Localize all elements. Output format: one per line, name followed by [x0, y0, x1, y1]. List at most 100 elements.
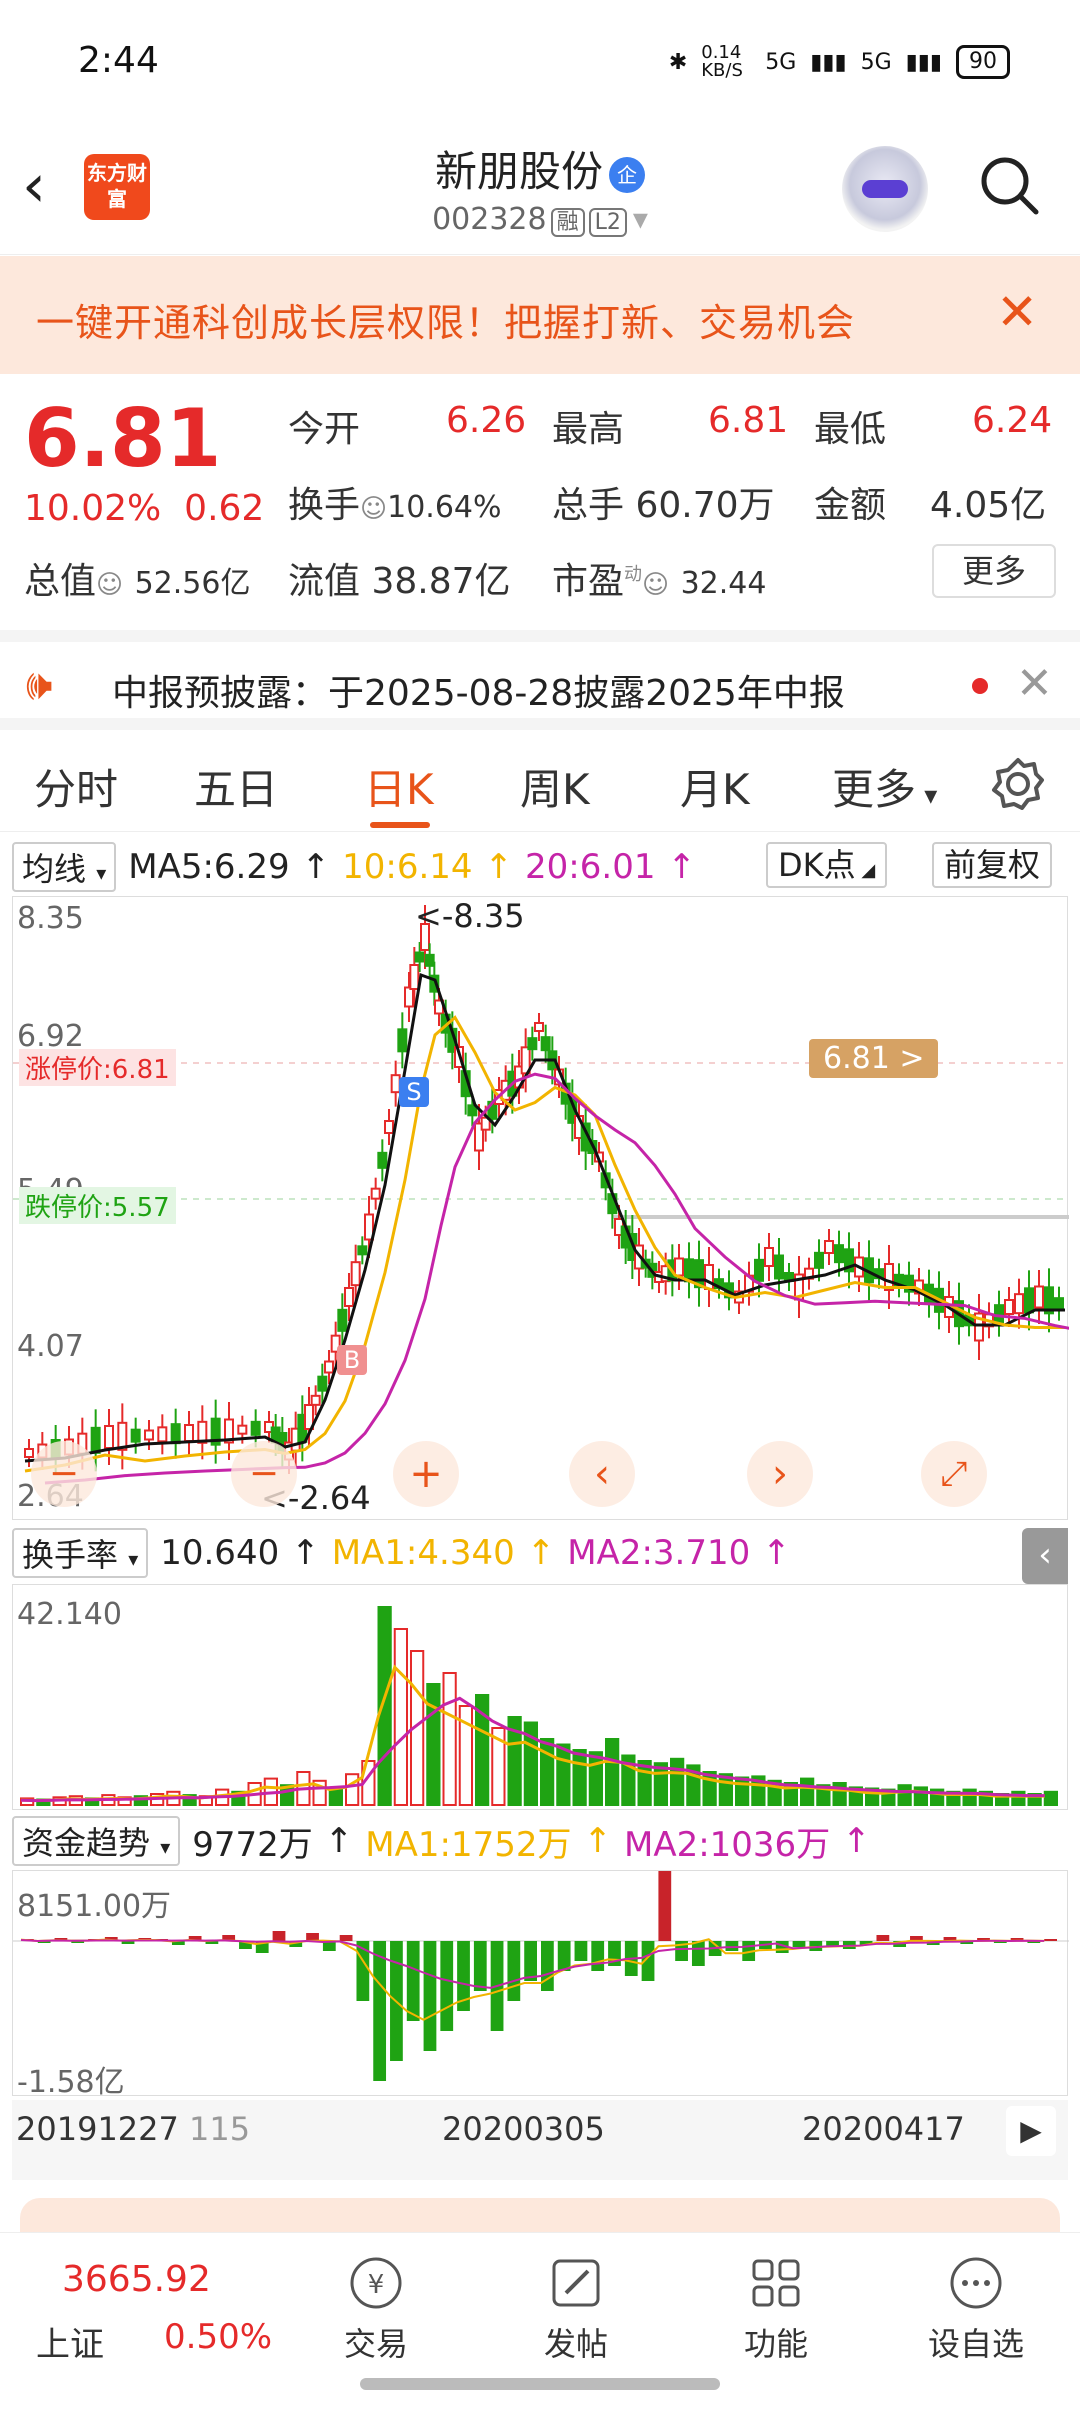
amount-label: 金额 — [814, 485, 887, 526]
candle — [370, 1187, 381, 1200]
fund-bar — [591, 1941, 605, 1971]
fund-selector[interactable]: 资金趋势 ▾ — [12, 1816, 181, 1866]
tab-daily-k[interactable]: 日K — [364, 756, 434, 817]
tab-monthly-k[interactable]: 月K — [680, 756, 750, 817]
active-tab-indicator — [370, 822, 430, 828]
turnover-value: 10.64% — [387, 490, 502, 525]
index-pct[interactable]: 0.50% — [164, 2317, 272, 2357]
tab-intraday[interactable]: 分时 — [34, 756, 118, 817]
chevron-left-icon[interactable]: ‹ — [569, 1441, 635, 1507]
info-icon[interactable]: ☺ — [360, 494, 387, 524]
margin-tag: 融 — [550, 208, 585, 237]
chevron-right-icon[interactable]: › — [747, 1441, 813, 1507]
up-arrow-icon: ↑ — [762, 1533, 791, 1573]
search-icon[interactable] — [978, 154, 1040, 216]
candle — [774, 1254, 784, 1280]
candle — [764, 1247, 774, 1267]
price-tag[interactable]: 6.81 > — [809, 1039, 939, 1078]
fund-bar — [473, 1941, 487, 1991]
candle — [377, 1151, 388, 1169]
home-indicator — [360, 2378, 720, 2390]
candle — [24, 1448, 34, 1458]
fund-y-top: 8151.00万 — [17, 1889, 172, 1924]
tab-five-day[interactable]: 五日 — [194, 756, 278, 817]
svg-text:¥: ¥ — [368, 2270, 385, 2300]
turnover-bar — [588, 1751, 603, 1806]
nav-function[interactable]: 功能 — [716, 2253, 836, 2365]
signal-icon-2: ▮▮▮ — [905, 49, 942, 75]
turnover-selector[interactable]: 换手率 ▾ — [12, 1528, 149, 1578]
info-icon[interactable]: ☺ — [96, 570, 123, 600]
zoom-out-icon[interactable]: − — [31, 1441, 97, 1507]
x-date-1-text: 20191227 — [16, 2110, 179, 2148]
adjust-button[interactable]: 前复权 — [932, 842, 1053, 888]
gear-icon[interactable] — [990, 756, 1046, 812]
fullscreen-icon[interactable]: ⤢ — [921, 1441, 987, 1507]
y-axis-top: 8.35 — [17, 901, 84, 936]
amount-value-text: 4.05亿 — [930, 485, 1047, 526]
minus-icon[interactable]: − — [231, 1441, 297, 1507]
fund-canvas — [13, 1871, 1069, 2081]
buy-mark[interactable]: B — [337, 1345, 367, 1375]
dk-point-button[interactable]: DK点 ◢ — [766, 842, 888, 888]
turnover-ma2: MA2:3.710 — [567, 1533, 751, 1573]
price-change: 10.02% 0.62 — [24, 488, 264, 529]
candle — [994, 1304, 1004, 1324]
scroll-right-icon[interactable]: ▶ — [1006, 2106, 1056, 2156]
nav-trade[interactable]: ¥ 交易 — [316, 2253, 436, 2365]
tab-weekly-k[interactable]: 周K — [520, 756, 590, 817]
low-value-text: 6.24 — [972, 400, 1053, 441]
up-arrow-icon: ↑ — [842, 1821, 871, 1861]
fund-chart[interactable]: 8151.00万 -1.58亿 — [12, 1870, 1069, 2100]
signal-icon: ▮▮▮ — [810, 49, 847, 75]
sell-mark[interactable]: S — [399, 1077, 429, 1107]
nav-trade-label: 交易 — [343, 2325, 408, 2363]
fund-bar — [725, 1941, 739, 1951]
close-icon[interactable]: ✕ — [996, 284, 1038, 340]
trade-icon: ¥ — [350, 2257, 402, 2309]
volume-value: 60.70万 — [635, 485, 775, 526]
status-time: 2:44 — [78, 40, 159, 81]
turnover-field[interactable]: 换手☺10.64% — [288, 476, 502, 528]
x-date-2: 20200305 — [442, 2110, 605, 2148]
index-name[interactable]: 上证 — [36, 2317, 104, 2366]
candle — [337, 1308, 348, 1332]
quote-panel: 6.81 10.02% 0.62 今开 6.26 最高 6.81 最低 6.24… — [0, 376, 1080, 622]
candle — [104, 1425, 114, 1449]
ma-indicator-row: 均线 ▾ MA5:6.29 ↑ 10:6.14 ↑ 20:6.01 ↑ — [12, 842, 696, 892]
turnover-chart[interactable]: 42.140 — [12, 1584, 1068, 1810]
candle — [1004, 1299, 1014, 1315]
fund-indicator-row: 资金趋势 ▾ 9772万 ↑ MA1:1752万 ↑ MA2:1036万 ↑ — [12, 1816, 871, 1866]
promo-text: 一键开通科创成长层权限！把握打新、交易机会 — [36, 301, 856, 345]
info-icon[interactable]: ☺ — [642, 570, 669, 600]
collapse-icon[interactable]: ‹ — [1022, 1528, 1068, 1584]
index-value[interactable]: 3665.92 — [62, 2259, 211, 2300]
plus-icon[interactable]: + — [393, 1441, 459, 1507]
nav-post[interactable]: 发帖 — [516, 2253, 636, 2365]
ma-selector[interactable]: 均线 ▾ — [12, 842, 117, 892]
turnover-bar — [735, 1776, 750, 1806]
fund-selector-label: 资金趋势 — [22, 1824, 151, 1862]
promo-banner[interactable]: 一键开通科创成长层权限！把握打新、交易机会 ✕ — [0, 256, 1080, 374]
turnover-canvas — [20, 1606, 1058, 1807]
bluetooth-icon: ✱ — [668, 49, 688, 75]
fund-bar — [876, 1935, 890, 1941]
chevron-down-icon: ▾ — [96, 861, 107, 885]
mktcap-field[interactable]: 总值☺ 52.56亿 — [24, 552, 250, 604]
assistant-avatar[interactable] — [842, 146, 928, 232]
volume-field: 总手 60.70万 — [552, 476, 775, 528]
chart-tabs: 分时 五日 日K 周K 月K 更多 ▾ — [0, 742, 1080, 832]
system-icons: ✱ 0.14 KB/S 5G ▮▮▮ 5G ▮▮▮ 90 — [669, 44, 1010, 80]
fund-ma1: MA1:1752万 — [365, 1824, 572, 1865]
kline-chart[interactable]: 8.35 6.92 5.49 4.07 2.64 涨停价:6.81 跌停价:5.… — [12, 896, 1069, 1520]
turnover-bar — [897, 1784, 912, 1806]
candle — [684, 1258, 694, 1283]
turnover-bar — [670, 1757, 685, 1807]
close-icon[interactable]: ✕ — [1016, 658, 1053, 709]
more-button[interactable]: 更多 — [932, 544, 1056, 598]
nav-watchlist[interactable]: 设自选 — [916, 2253, 1036, 2365]
peak-label: <-8.35 — [415, 897, 525, 935]
notice-bar[interactable]: 🕪 中报预披露：于2025-08-28披露2025年中报 ✕ — [0, 630, 1080, 730]
tab-more[interactable]: 更多 ▾ — [832, 756, 937, 817]
candle — [704, 1264, 714, 1290]
